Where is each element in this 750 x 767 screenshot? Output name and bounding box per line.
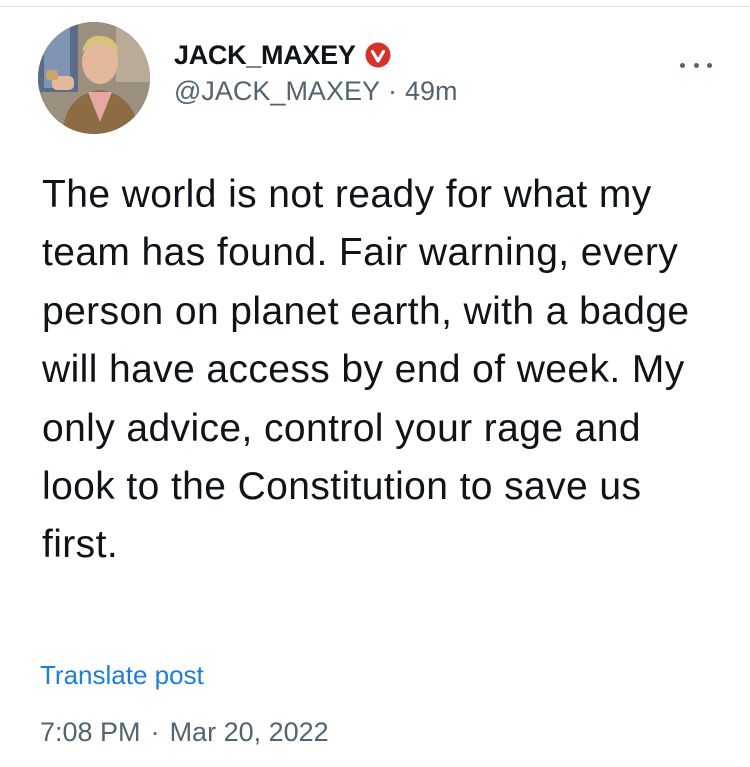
verified-check-icon [364, 41, 392, 69]
more-dot [693, 62, 699, 68]
post-text: The world is not ready for what my team … [42, 173, 690, 567]
handle-row: @JACK_MAXEY · 49m [174, 76, 458, 107]
post-time[interactable]: 7:08 PM [40, 717, 141, 747]
top-divider [0, 6, 750, 7]
more-dot [680, 62, 685, 68]
more-dot [707, 62, 712, 68]
post-timestamp: 7:08 PM · Mar 20, 2022 [40, 717, 329, 748]
author-identity: JACK_MAXEY @JACK_MAXEY · 49m [174, 38, 458, 107]
display-name[interactable]: JACK_MAXEY [174, 40, 356, 71]
name-row: JACK_MAXEY [174, 38, 458, 72]
avatar[interactable] [38, 22, 150, 134]
post-date[interactable]: Mar 20, 2022 [170, 717, 329, 747]
avatar-photo [38, 22, 150, 134]
post-header: JACK_MAXEY @JACK_MAXEY · 49m [38, 22, 720, 134]
separator-dot: · [150, 717, 160, 747]
relative-time[interactable]: 49m [405, 76, 458, 106]
author-handle[interactable]: @JACK_MAXEY [174, 76, 380, 106]
separator-dot: · [387, 76, 397, 106]
translate-post-link[interactable]: Translate post [40, 660, 204, 691]
more-options-icon[interactable] [680, 58, 712, 72]
